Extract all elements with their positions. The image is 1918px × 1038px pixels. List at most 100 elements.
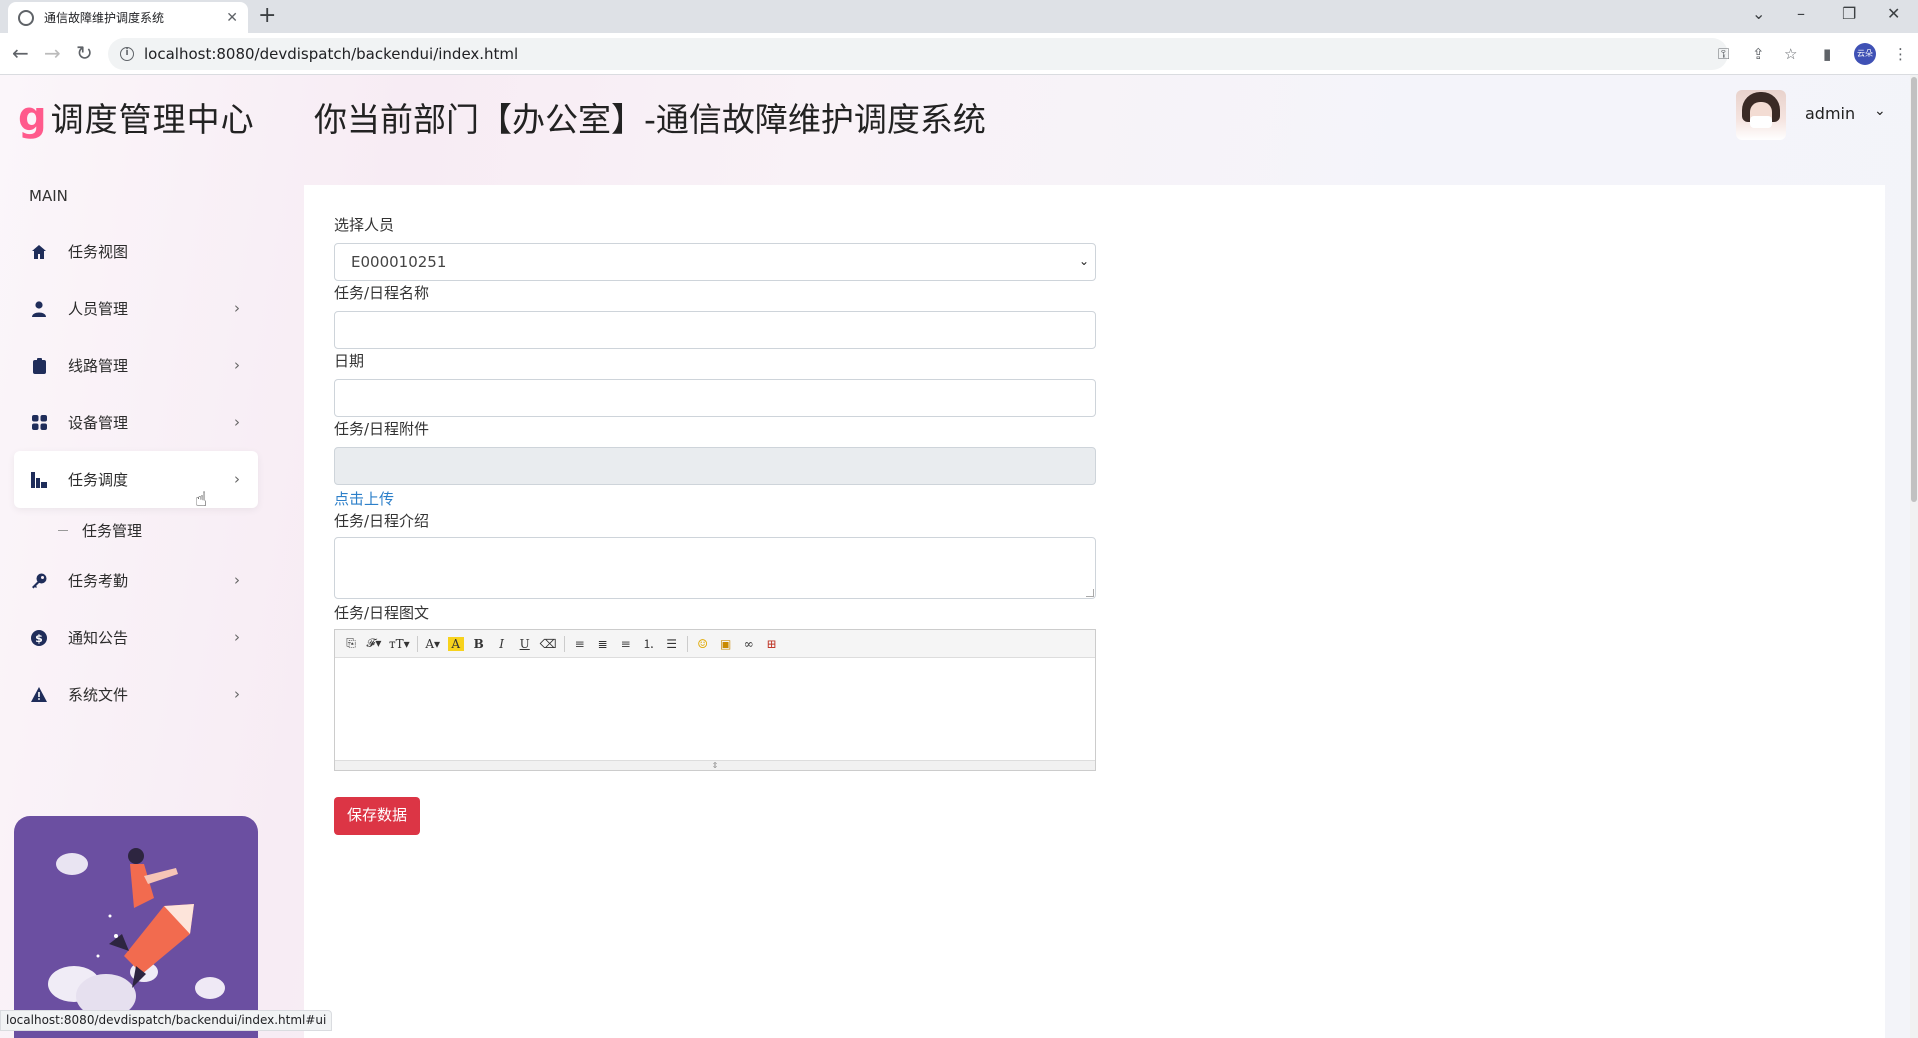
- app-root: g 调度管理中心 MAIN 任务视图 人员管理 › 线路管理 › 设备管理 › …: [0, 75, 1918, 1038]
- close-tab-icon[interactable]: ✕: [226, 10, 238, 26]
- top-header: 你当前部门【办公室】-通信故障维护调度系统 admin ⌄: [274, 75, 1918, 160]
- font-color-icon[interactable]: A▾: [425, 637, 441, 651]
- sidebar: g 调度管理中心 MAIN 任务视图 人员管理 › 线路管理 › 设备管理 › …: [0, 75, 274, 1038]
- minimize-icon[interactable]: –: [1797, 4, 1805, 23]
- sidebar-item-label: 通知公告: [68, 629, 129, 647]
- url-text: localhost:8080/devdispatch/backendui/ind…: [144, 45, 519, 63]
- info-icon[interactable]: i: [120, 47, 134, 61]
- attachment-label: 任务/日程附件: [334, 420, 430, 438]
- bookmark-star-icon[interactable]: ☆: [1784, 45, 1797, 63]
- sidebar-item-attendance[interactable]: 任务考勤 ›: [14, 552, 258, 609]
- page-scrollbar[interactable]: [1910, 75, 1918, 1038]
- sidebar-item-label: 人员管理: [68, 300, 129, 318]
- sidebar-item-task-dispatch[interactable]: 任务调度 ›: [14, 451, 258, 508]
- back-icon[interactable]: ←: [12, 42, 29, 64]
- sidebar-item-lines[interactable]: 线路管理 ›: [14, 337, 258, 394]
- highlight-icon[interactable]: A: [447, 636, 464, 651]
- user-name[interactable]: admin: [1805, 104, 1855, 123]
- sidebar-item-devices[interactable]: 设备管理 ›: [14, 394, 258, 451]
- task-name-input[interactable]: [334, 311, 1096, 349]
- main-content: 选择人员 E000010251 ⌄ 任务/日程名称 日期 任务/日程附件 点击上…: [304, 185, 1885, 1038]
- chevron-right-icon: ›: [234, 299, 240, 317]
- user-avatar[interactable]: [1736, 90, 1786, 140]
- emoji-icon[interactable]: ☺: [695, 637, 711, 651]
- sidebar-menu: 任务视图 人员管理 › 线路管理 › 设备管理 › 任务调度 › 任务管理 任务…: [14, 223, 258, 723]
- ordered-list-icon[interactable]: ⒈: [641, 635, 657, 652]
- person-select[interactable]: E000010251 ⌄: [334, 243, 1096, 281]
- link-icon[interactable]: ∞: [741, 637, 757, 651]
- align-left-icon[interactable]: ≡: [572, 637, 588, 651]
- upload-link[interactable]: 点击上传: [334, 487, 1096, 511]
- side-panel-icon[interactable]: ▮: [1823, 45, 1831, 63]
- chevron-right-icon: ›: [234, 470, 240, 488]
- key-icon[interactable]: ⚿: [1718, 45, 1729, 63]
- submenu-dash: [58, 529, 68, 531]
- italic-icon[interactable]: I: [494, 637, 510, 651]
- restore-icon[interactable]: ❐: [1842, 4, 1856, 23]
- browser-tab[interactable]: 通信故障维护调度系统 ✕: [8, 2, 248, 33]
- save-button[interactable]: 保存数据: [334, 797, 421, 835]
- image-icon[interactable]: ▣: [718, 637, 734, 651]
- rocket-illustration: [48, 848, 225, 1018]
- table-icon[interactable]: ⊞: [764, 637, 780, 651]
- sidebar-item-personnel[interactable]: 人员管理 ›: [14, 280, 258, 337]
- intro-label: 任务/日程介绍: [334, 512, 430, 530]
- bullet-list-icon[interactable]: ☰: [664, 637, 680, 651]
- brand-name: 调度管理中心: [50, 100, 255, 139]
- sidebar-item-system-files[interactable]: 系统文件 ›: [14, 666, 258, 723]
- person-select-value: E000010251: [351, 253, 447, 271]
- address-bar[interactable]: i localhost:8080/devdispatch/backendui/i…: [108, 38, 1728, 70]
- align-center-icon[interactable]: ≣: [595, 637, 611, 651]
- sidebar-item-label: 任务视图: [68, 243, 129, 261]
- sidebar-promo-illustration: [14, 816, 258, 1038]
- share-icon[interactable]: ⇪: [1752, 45, 1765, 63]
- scrollbar-thumb[interactable]: [1911, 77, 1917, 502]
- eraser-icon[interactable]: ⌫: [540, 637, 557, 651]
- menu-section-title: MAIN: [29, 187, 68, 205]
- globe-icon: [18, 9, 34, 26]
- tab-search-icon[interactable]: ⌄: [1752, 4, 1765, 23]
- submenu-item-task-management[interactable]: 任务管理: [14, 508, 258, 552]
- chevron-down-icon: ⌄: [1078, 254, 1089, 268]
- attachment-input: [334, 447, 1096, 485]
- date-input[interactable]: [334, 379, 1096, 417]
- editor-resize-bar[interactable]: ⇕: [335, 760, 1095, 770]
- source-icon[interactable]: ⎘: [343, 636, 359, 651]
- underline-icon[interactable]: U: [517, 637, 533, 651]
- chevron-down-icon[interactable]: ⌄: [1874, 103, 1886, 119]
- sidebar-item-notices[interactable]: $ 通知公告 ›: [14, 609, 258, 666]
- bold-icon[interactable]: B: [471, 637, 487, 651]
- font-size-icon[interactable]: тT▾: [389, 637, 410, 651]
- sidebar-item-label: 线路管理: [68, 357, 129, 375]
- sidebar-item-label: 任务考勤: [68, 572, 129, 590]
- intro-textarea[interactable]: [334, 537, 1096, 599]
- clipboard-icon: [30, 357, 48, 375]
- sidebar-item-label: 任务调度: [68, 471, 129, 489]
- font-family-icon[interactable]: 𝓕▾: [366, 636, 382, 651]
- richtext-label: 任务/日程图文: [334, 604, 430, 622]
- grid-icon: [30, 414, 48, 432]
- resize-handle-icon[interactable]: [1086, 589, 1094, 597]
- chevron-right-icon: ›: [234, 571, 240, 589]
- new-tab-button[interactable]: +: [258, 4, 276, 28]
- warning-icon: [30, 686, 48, 704]
- brand[interactable]: g 调度管理中心: [18, 93, 255, 141]
- chevron-right-icon: ›: [234, 413, 240, 431]
- tab-title: 通信故障维护调度系统: [44, 11, 165, 25]
- browser-tabbar: 通信故障维护调度系统 ✕ + ⌄ – ❐ ✕: [0, 0, 1918, 33]
- align-right-icon[interactable]: ≡: [618, 637, 634, 651]
- profile-avatar[interactable]: 云朵: [1854, 43, 1876, 65]
- close-window-icon[interactable]: ✕: [1887, 4, 1900, 23]
- richtext-editor[interactable]: ⎘ 𝓕▾ тT▾ A▾ A B I U ⌫ ≡ ≣ ≡ ⒈ ☰ ☺ ▣ ∞ ⊞ …: [334, 629, 1096, 771]
- brand-logo: g: [18, 94, 47, 140]
- browser-toolbar: ← → ↻ i localhost:8080/devdispatch/backe…: [0, 33, 1918, 75]
- chevron-right-icon: ›: [234, 628, 240, 646]
- forward-icon[interactable]: →: [44, 42, 61, 64]
- reload-icon[interactable]: ↻: [76, 42, 93, 64]
- sidebar-item-label: 设备管理: [68, 414, 129, 432]
- chevron-right-icon: ›: [234, 356, 240, 374]
- menu-dots-icon[interactable]: ⋮: [1893, 45, 1908, 63]
- key-icon: [30, 572, 48, 590]
- submenu-label: 任务管理: [82, 521, 143, 540]
- sidebar-item-task-view[interactable]: 任务视图: [14, 223, 258, 280]
